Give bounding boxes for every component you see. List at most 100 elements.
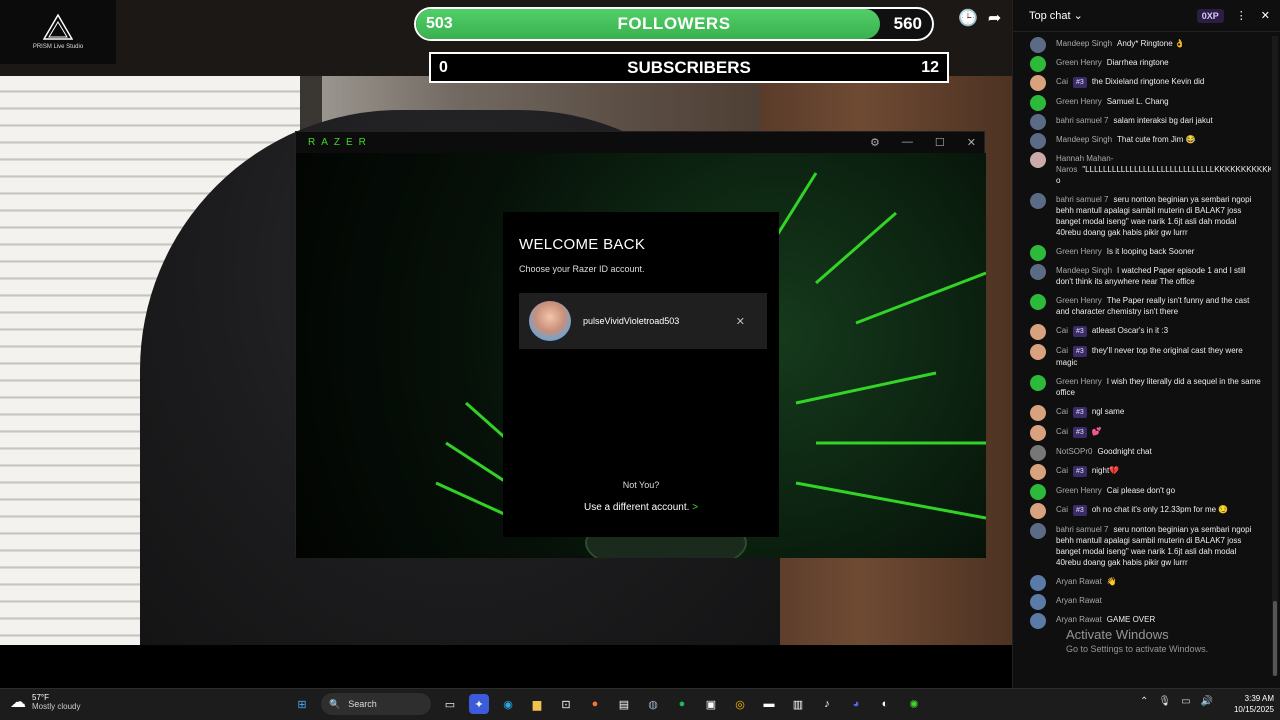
chat-header: Top chat ⌄ 0XP ⋮ ✕ bbox=[1013, 0, 1280, 32]
discord-icon[interactable]: ◕ bbox=[846, 694, 866, 714]
avatar[interactable] bbox=[1030, 324, 1046, 340]
taskbar-search[interactable]: 🔍 Search bbox=[321, 693, 431, 715]
settings-gear-icon[interactable]: ⚙ bbox=[870, 136, 880, 149]
chat-author[interactable]: Cai bbox=[1056, 77, 1068, 86]
member-badge: #3 bbox=[1073, 427, 1087, 438]
avatar[interactable] bbox=[1030, 37, 1046, 53]
avatar bbox=[529, 301, 571, 341]
chat-author[interactable]: Cai bbox=[1056, 466, 1068, 475]
windows-start-icon[interactable]: ⊞ bbox=[292, 694, 312, 714]
chevron-up-icon[interactable]: ⌃ bbox=[1140, 696, 1148, 707]
avatar[interactable] bbox=[1030, 375, 1046, 391]
terminal-icon[interactable]: ▬ bbox=[759, 694, 779, 714]
avatar[interactable] bbox=[1030, 193, 1046, 209]
close-icon[interactable]: ✕ bbox=[967, 136, 976, 149]
minimize-icon[interactable]: — bbox=[902, 136, 913, 149]
chat-author[interactable]: Green Henry bbox=[1056, 377, 1102, 386]
spotify-icon[interactable]: ● bbox=[672, 694, 692, 714]
scrollbar-thumb[interactable] bbox=[1273, 601, 1277, 676]
avatar[interactable] bbox=[1030, 56, 1046, 72]
firefox-icon[interactable]: ● bbox=[585, 694, 605, 714]
epic-games-icon[interactable]: ▥ bbox=[788, 694, 808, 714]
avatar[interactable] bbox=[1030, 152, 1046, 168]
followers-goal-bar: 503 FOLLOWERS 560 bbox=[414, 7, 934, 41]
watch-later-icon[interactable]: 🕒 bbox=[958, 8, 978, 28]
window-controls: ⚙ — ☐ ✕ bbox=[870, 136, 976, 149]
edge-icon[interactable]: ◉ bbox=[498, 694, 518, 714]
avatar[interactable] bbox=[1030, 594, 1046, 610]
chat-author[interactable]: Mandeep Singh bbox=[1056, 135, 1112, 144]
share-icon[interactable]: ➦ bbox=[988, 8, 1001, 28]
chrome-icon[interactable]: ◎ bbox=[730, 694, 750, 714]
avatar[interactable] bbox=[1030, 425, 1046, 441]
avatar[interactable] bbox=[1030, 484, 1046, 500]
app-window-icon[interactable]: ▣ bbox=[701, 694, 721, 714]
file-explorer-icon[interactable]: ▆ bbox=[527, 694, 547, 714]
avatar[interactable] bbox=[1030, 264, 1046, 280]
chat-author[interactable]: Green Henry bbox=[1056, 296, 1102, 305]
tiktok-icon[interactable]: ♪ bbox=[817, 694, 837, 714]
avatar[interactable] bbox=[1030, 613, 1046, 629]
chat-author[interactable]: Cai bbox=[1056, 427, 1068, 436]
use-different-account-link[interactable]: Use a different account. > bbox=[503, 502, 779, 513]
chat-author[interactable]: Green Henry bbox=[1056, 247, 1102, 256]
copilot-icon[interactable]: ✦ bbox=[469, 694, 489, 714]
chat-text: Diarrhea ringtone bbox=[1106, 58, 1169, 67]
avatar[interactable] bbox=[1030, 344, 1046, 360]
chat-author[interactable]: Mandeep Singh bbox=[1056, 39, 1112, 48]
task-view-icon[interactable]: ▭ bbox=[440, 694, 460, 714]
avatar[interactable] bbox=[1030, 133, 1046, 149]
xp-badge[interactable]: 0XP bbox=[1196, 8, 1224, 23]
steam-icon[interactable]: ◍ bbox=[643, 694, 663, 714]
chat-message: Cai #3 atleast Oscar's in it :3 bbox=[1013, 321, 1271, 341]
avatar[interactable] bbox=[1030, 575, 1046, 591]
chat-author[interactable]: Cai bbox=[1056, 326, 1068, 335]
microphone-icon[interactable]: 🎙 bbox=[1158, 696, 1171, 707]
avatar[interactable] bbox=[1030, 445, 1046, 461]
razer-hero-image: WELCOME BACK Choose your Razer ID accoun… bbox=[296, 153, 986, 558]
chat-author[interactable]: bahri samuel 7 bbox=[1056, 195, 1108, 204]
chat-text: "LLLLLLLLLLLLLLLLLLLLLLLLLLLLLKKKKKKKKKK… bbox=[1056, 165, 1271, 185]
avatar[interactable] bbox=[1030, 245, 1046, 261]
remove-account-icon[interactable]: ✕ bbox=[736, 315, 745, 328]
app-icon[interactable]: ▤ bbox=[614, 694, 634, 714]
avatar[interactable] bbox=[1030, 114, 1046, 130]
avatar[interactable] bbox=[1030, 464, 1046, 480]
network-icon[interactable]: ▭ bbox=[1181, 696, 1190, 707]
chat-scrollbar[interactable] bbox=[1272, 36, 1278, 676]
chat-author[interactable]: Mandeep Singh bbox=[1056, 266, 1112, 275]
chat-text: Is it looping back Sooner bbox=[1106, 247, 1195, 256]
weather-widget[interactable]: ☁ 57°F Mostly cloudy bbox=[10, 692, 80, 712]
chat-author[interactable]: Cai bbox=[1056, 346, 1068, 355]
razer-icon[interactable]: ✺ bbox=[904, 694, 924, 714]
more-options-icon[interactable]: ⋮ bbox=[1236, 9, 1247, 22]
chat-author[interactable]: bahri samuel 7 bbox=[1056, 525, 1108, 534]
chat-author[interactable]: Cai bbox=[1056, 407, 1068, 416]
avatar[interactable] bbox=[1030, 95, 1046, 111]
chat-author[interactable]: Aryan Rawat bbox=[1056, 577, 1102, 586]
chat-author[interactable]: Cai bbox=[1056, 505, 1068, 514]
avatar[interactable] bbox=[1030, 75, 1046, 91]
close-chat-icon[interactable]: ✕ bbox=[1261, 9, 1270, 22]
avatar[interactable] bbox=[1030, 294, 1046, 310]
chat-author[interactable]: Aryan Rawat bbox=[1056, 596, 1102, 605]
store-icon[interactable]: ⊡ bbox=[556, 694, 576, 714]
avatar[interactable] bbox=[1030, 523, 1046, 539]
account-row[interactable]: pulseVividVioletroad503 ✕ bbox=[519, 293, 767, 349]
avatar[interactable] bbox=[1030, 405, 1046, 421]
chat-text: salam interaksi bg dari jakut bbox=[1113, 116, 1213, 125]
maximize-icon[interactable]: ☐ bbox=[935, 136, 945, 149]
avatar[interactable] bbox=[1030, 503, 1046, 519]
chat-author[interactable]: Aryan Rawat bbox=[1056, 615, 1102, 624]
chat-author[interactable]: Green Henry bbox=[1056, 58, 1102, 67]
chat-author[interactable]: Green Henry bbox=[1056, 486, 1102, 495]
chat-author[interactable]: Green Henry bbox=[1056, 97, 1102, 106]
clock[interactable]: 3:39 AM 10/15/2025 bbox=[1222, 693, 1274, 715]
volume-icon[interactable]: 🔊 bbox=[1201, 696, 1213, 707]
chat-author[interactable]: bahri samuel 7 bbox=[1056, 116, 1108, 125]
chat-author[interactable]: NotSOPr0 bbox=[1056, 447, 1092, 456]
obs-icon[interactable]: ◐ bbox=[875, 694, 895, 714]
chat-text: the Dixieland ringtone Kevin did bbox=[1091, 77, 1205, 86]
stream-logo: PRISM Live Studio bbox=[0, 0, 116, 64]
chat-mode-dropdown[interactable]: Top chat ⌄ bbox=[1029, 9, 1197, 22]
